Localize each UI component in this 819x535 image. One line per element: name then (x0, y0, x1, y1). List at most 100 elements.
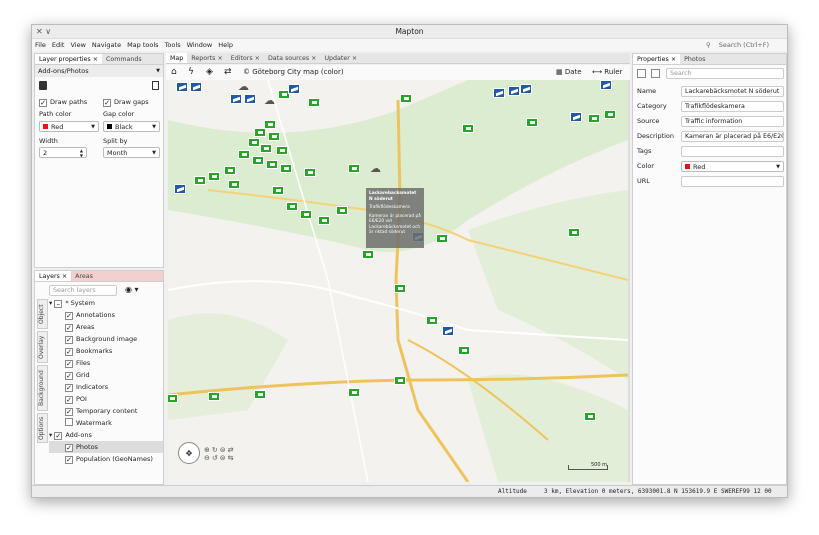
camera-marker[interactable] (348, 164, 360, 173)
tab-properties[interactable]: Properties × (633, 54, 681, 64)
tab-photos[interactable]: Photos (680, 54, 709, 64)
camera-marker[interactable] (276, 146, 288, 155)
tree-item-bookmarks[interactable]: ✓ Bookmarks (49, 345, 163, 357)
camera-marker[interactable] (588, 114, 600, 123)
tree-item-photos[interactable]: ✓ Photos (49, 441, 163, 453)
camera-marker[interactable] (426, 316, 438, 325)
camera-marker[interactable] (348, 388, 360, 397)
swap-icon[interactable]: ⇄ (224, 65, 232, 80)
camera-marker[interactable] (286, 202, 298, 211)
camera-marker[interactable] (436, 234, 448, 243)
camera-marker[interactable] (268, 132, 280, 141)
menu-map-tools[interactable]: Map tools (127, 41, 158, 49)
tab-reports[interactable]: Reports × (187, 53, 226, 63)
camera-marker[interactable] (400, 94, 412, 103)
camera-marker[interactable] (254, 390, 266, 399)
vtab-background[interactable]: Background (37, 365, 48, 411)
camera-marker[interactable] (493, 88, 505, 98)
menu-window[interactable]: Window (187, 41, 213, 49)
camera-marker[interactable] (280, 164, 292, 173)
camera-marker[interactable] (228, 180, 240, 189)
date-button[interactable]: ▦ Date (556, 65, 582, 80)
gap-color-combo[interactable]: Black ▼ (103, 121, 160, 132)
camera-marker[interactable] (238, 150, 250, 159)
menu-tools[interactable]: Tools (165, 41, 181, 49)
camera-marker[interactable] (224, 166, 236, 175)
vtab-options[interactable]: Options (37, 413, 48, 443)
camera-marker[interactable] (194, 176, 206, 185)
categorized-icon[interactable] (637, 69, 646, 78)
prop-name-value[interactable]: Lackarebäcksmotet N söderut (681, 86, 784, 97)
menu-view[interactable]: View (70, 41, 85, 49)
width-spinner[interactable]: 2 ▲ ▼ (39, 147, 87, 158)
draw-gaps-check[interactable]: ✓ Draw gaps (103, 97, 149, 107)
tree-item-grid[interactable]: ✓ Grid (49, 369, 163, 381)
tab-areas[interactable]: Areas (71, 271, 97, 281)
camera-marker[interactable] (336, 206, 348, 215)
props-search-input[interactable]: Search (666, 68, 784, 79)
camera-marker[interactable] (394, 284, 406, 293)
camera-marker[interactable] (600, 80, 612, 90)
camera-marker[interactable] (520, 84, 532, 94)
camera-marker[interactable] (584, 412, 596, 421)
camera-marker[interactable] (570, 112, 582, 122)
tree-item-watermark[interactable]: Watermark (49, 417, 163, 429)
vtab-overlay[interactable]: Overlay (37, 331, 48, 363)
camera-marker[interactable] (208, 172, 220, 181)
camera-marker[interactable] (604, 110, 616, 119)
eye-icon[interactable]: ◉ ▾ (125, 285, 139, 294)
addon-selector[interactable]: Add-ons/Photos ▼ (35, 65, 163, 77)
bookmark-icon[interactable] (152, 81, 159, 90)
camera-marker[interactable] (230, 94, 242, 104)
camera-marker[interactable] (176, 82, 188, 92)
layers-icon[interactable]: ◈ (206, 65, 213, 80)
camera-marker[interactable] (308, 98, 320, 107)
tab-editors[interactable]: Editors × (227, 53, 264, 63)
camera-marker[interactable] (394, 376, 406, 385)
tab-data-sources[interactable]: Data sources × (264, 53, 321, 63)
spinner-arrows-icon[interactable]: ▲ ▼ (80, 148, 83, 158)
tree-item-areas[interactable]: ✓ Areas (49, 321, 163, 333)
draw-paths-check[interactable]: ✓ Draw paths (39, 97, 87, 107)
camera-marker[interactable] (260, 144, 272, 153)
camera-marker[interactable] (190, 82, 202, 92)
settings-icon[interactable] (39, 81, 47, 90)
camera-marker[interactable] (244, 94, 256, 104)
camera-marker[interactable] (462, 124, 474, 133)
tab-commands[interactable]: Commands (102, 54, 146, 64)
prop-source-value[interactable]: Traffic information (681, 116, 784, 127)
tree-item-background-image[interactable]: ✓ Background image (49, 333, 163, 345)
menu-file[interactable]: File (35, 41, 46, 49)
pan-control[interactable]: ✥ (178, 442, 200, 464)
tab-map[interactable]: Map (166, 53, 188, 63)
tree-item-indicators[interactable]: ✓ Indicators (49, 381, 163, 393)
camera-marker[interactable] (526, 118, 538, 127)
camera-marker[interactable] (252, 156, 264, 165)
map-style-selector[interactable]: © Göteborg City map (color) (243, 65, 344, 80)
prop-description-value[interactable]: Kameran är placerad på E6/E20 (681, 131, 784, 142)
camera-marker[interactable] (568, 228, 580, 237)
global-search[interactable]: ⚲ Search (Ctrl+F) (706, 39, 775, 51)
camera-marker[interactable] (208, 392, 220, 401)
camera-marker[interactable] (254, 128, 266, 137)
tree-item-files[interactable]: ✓ Files (49, 357, 163, 369)
tab-updater[interactable]: Updater × (320, 53, 361, 63)
tab-layers[interactable]: Layers × (35, 271, 72, 281)
bolt-icon[interactable]: ϟ (188, 65, 194, 80)
prop-category-value[interactable]: Trafikflödeskamera (681, 101, 784, 112)
tree-item-add-ons[interactable]: ▾ ✓ Add-ons (49, 429, 163, 441)
home-icon[interactable]: ⌂ (171, 65, 177, 80)
layers-search-input[interactable]: Search layers (49, 285, 117, 296)
zoom-controls[interactable]: ⊕↻⊜⇄ ⊖↺⊜⇆ (204, 446, 235, 462)
tree-item-annotations[interactable]: ✓ Annotations (49, 309, 163, 321)
camera-marker[interactable] (248, 138, 260, 147)
camera-marker[interactable] (362, 250, 374, 259)
camera-marker[interactable] (458, 346, 470, 355)
ruler-button[interactable]: ⟷ Ruler (592, 65, 622, 80)
camera-marker[interactable] (266, 160, 278, 169)
tree-item-temporary-content[interactable]: ✓ Temporary content (49, 405, 163, 417)
prop-url-value[interactable] (681, 176, 784, 187)
menu-help[interactable]: Help (218, 41, 233, 49)
camera-marker[interactable] (300, 210, 312, 219)
camera-marker[interactable] (442, 326, 454, 336)
